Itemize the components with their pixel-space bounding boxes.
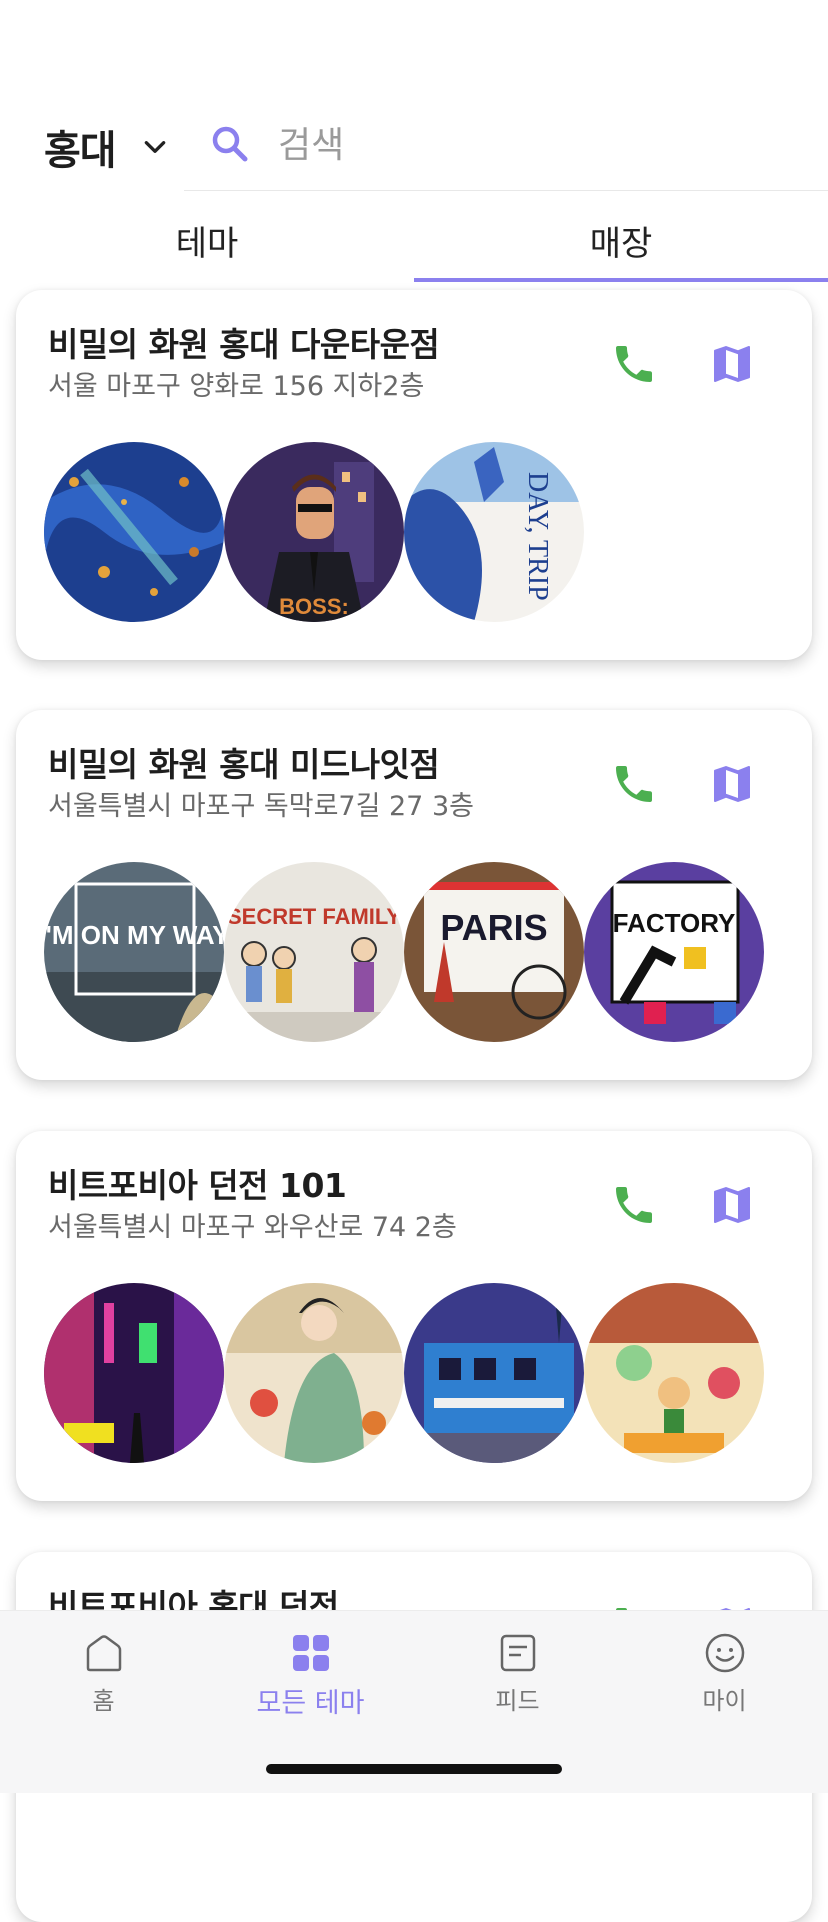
svg-text:PARIS: PARIS xyxy=(440,907,547,948)
home-indicator xyxy=(266,1764,562,1774)
feed-icon xyxy=(500,1634,535,1672)
theme-thumbnail[interactable] xyxy=(44,442,224,622)
theme-thumbnail[interactable] xyxy=(404,1283,584,1463)
theme-thumbnail[interactable] xyxy=(44,1283,224,1463)
theme-thumbnail[interactable]: PARIS xyxy=(404,862,584,1042)
theme-thumbnail[interactable]: DAY, TRIP xyxy=(404,442,584,622)
map-icon[interactable] xyxy=(708,760,756,808)
store-card[interactable]: 비밀의 화원 홍대 다운타운점 서울 마포구 양화로 156 지하2층 BOSS… xyxy=(16,290,812,660)
nav-home[interactable]: 홈 xyxy=(0,1611,207,1731)
region-selector[interactable]: 홍대 xyxy=(44,118,168,176)
theme-thumbnail[interactable]: SECRET FAMILY xyxy=(224,862,404,1042)
svg-text:BOSS:: BOSS: xyxy=(279,594,349,619)
top-header: 홍대 xyxy=(0,110,828,191)
map-icon[interactable] xyxy=(708,340,756,388)
store-address: 서울특별시 마포구 와우산로 74 2층 xyxy=(48,1212,457,1243)
map-icon[interactable] xyxy=(708,1181,756,1229)
store-address: 서울 마포구 양화로 156 지하2층 xyxy=(48,371,425,402)
home-icon xyxy=(86,1635,121,1672)
nav-label: 모든 테마 xyxy=(256,1688,365,1719)
header-divider xyxy=(184,190,828,191)
nav-feed[interactable]: 피드 xyxy=(414,1611,621,1731)
svg-text:SECRET FAMILY: SECRET FAMILY xyxy=(227,904,401,929)
nav-label: 홈 xyxy=(92,1687,115,1715)
store-card[interactable]: 비밀의 화원 홍대 미드나잇점 서울특별시 마포구 독막로7길 27 3층 I'… xyxy=(16,710,812,1080)
theme-thumbnail[interactable] xyxy=(224,1283,404,1463)
nav-all-themes[interactable]: 모든 테마 xyxy=(207,1611,414,1731)
phone-icon[interactable] xyxy=(610,340,658,388)
store-card[interactable]: 비트포비아 던전 101 서울특별시 마포구 와우산로 74 2층 xyxy=(16,1131,812,1501)
region-name: 홍대 xyxy=(44,128,117,174)
tab-bar: 테마 매장 xyxy=(0,198,828,284)
theme-thumbnail[interactable]: BOSS: xyxy=(224,442,404,622)
nav-label: 피드 xyxy=(495,1687,540,1715)
theme-thumbnail[interactable]: I'M ON MY WAY xyxy=(44,862,224,1042)
theme-thumbnail[interactable] xyxy=(584,1283,764,1463)
nav-my[interactable]: 마이 xyxy=(621,1611,828,1731)
svg-text:DAY, TRIP: DAY, TRIP xyxy=(522,472,553,601)
svg-text:I'M ON MY WAY: I'M ON MY WAY xyxy=(44,920,224,950)
store-name: 비트포비아 던전 101 xyxy=(48,1166,347,1205)
smiley-icon xyxy=(705,1633,744,1673)
search-input[interactable] xyxy=(276,114,780,176)
active-tab-indicator xyxy=(414,278,828,282)
nav-label: 마이 xyxy=(702,1687,747,1715)
store-address: 서울특별시 마포구 독막로7길 27 3층 xyxy=(48,791,474,822)
tab-themes[interactable]: 테마 xyxy=(0,198,414,284)
tab-stores[interactable]: 매장 xyxy=(414,198,828,284)
chevron-down-icon xyxy=(144,141,165,153)
store-name: 비밀의 화원 홍대 미드나잇점 xyxy=(48,745,440,784)
grid-icon xyxy=(292,1635,329,1671)
store-name: 비밀의 화원 홍대 다운타운점 xyxy=(48,325,440,364)
phone-icon[interactable] xyxy=(610,760,658,808)
phone-icon[interactable] xyxy=(610,1181,658,1229)
svg-text:FACTORY: FACTORY xyxy=(613,908,736,938)
theme-thumbnail[interactable]: FACTORY xyxy=(584,862,764,1042)
search-icon[interactable] xyxy=(210,124,250,164)
